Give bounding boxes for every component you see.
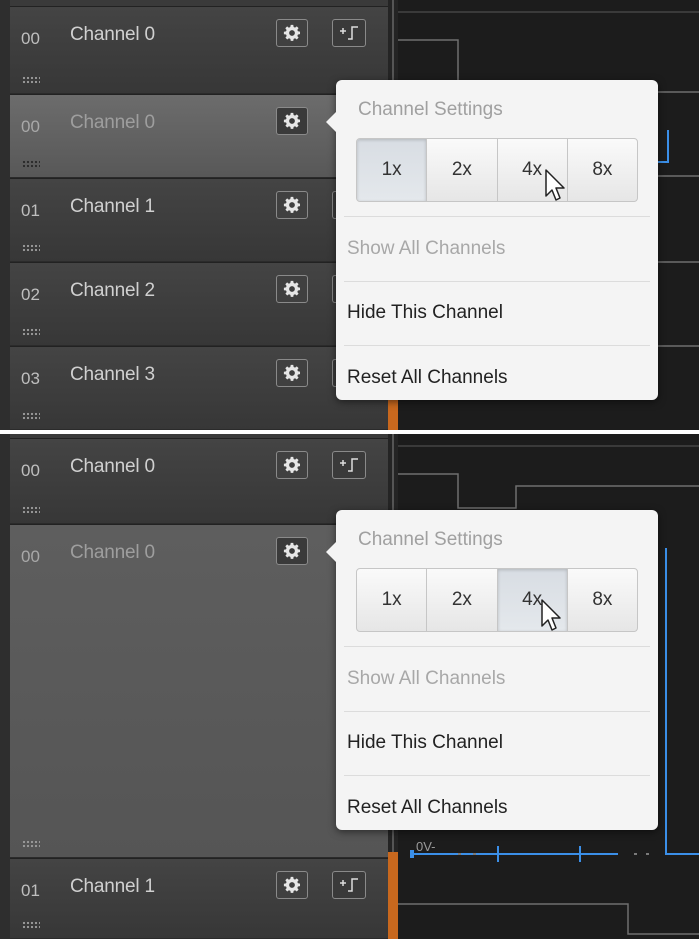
channel-row[interactable]: 02 Channel 2 xyxy=(10,262,388,346)
drag-handle-icon[interactable] xyxy=(22,160,40,168)
drag-handle-icon[interactable] xyxy=(22,76,40,84)
scale-option-2x[interactable]: 2x xyxy=(427,569,498,631)
scale-option-8x[interactable]: 8x xyxy=(568,139,637,201)
gear-icon[interactable] xyxy=(276,191,308,219)
channel-row-active-expanded[interactable]: 00 Channel 0 xyxy=(10,524,388,858)
channel-name[interactable]: Channel 1 xyxy=(70,876,155,898)
popup-title: Channel Settings xyxy=(358,529,503,550)
menu-item-reset-all-channels[interactable]: Reset All Channels xyxy=(347,797,508,819)
channel-row[interactable]: 01 Channel 1 xyxy=(10,178,388,262)
menu-divider xyxy=(344,216,650,217)
menu-item-reset-all-channels[interactable]: Reset All Channels xyxy=(347,367,508,389)
menu-item-hide-this-channel[interactable]: Hide This Channel xyxy=(347,302,503,324)
channel-row-active[interactable]: 00 Channel 0 xyxy=(10,94,388,178)
drag-handle-icon[interactable] xyxy=(22,921,40,929)
channel-name[interactable]: Channel 0 xyxy=(70,542,155,564)
gear-icon[interactable] xyxy=(276,537,308,565)
scale-option-1x[interactable]: 1x xyxy=(357,569,428,631)
channel-name[interactable]: Channel 0 xyxy=(70,456,155,478)
popup-title: Channel Settings xyxy=(358,99,503,120)
menu-divider xyxy=(344,345,650,346)
gear-icon[interactable] xyxy=(276,871,308,899)
gear-icon[interactable] xyxy=(276,451,308,479)
menu-divider xyxy=(344,281,650,282)
drag-handle-icon[interactable] xyxy=(22,506,40,514)
channel-settings-popup: Channel Settings 1x 2x 4x 8x Show All Ch… xyxy=(326,510,658,830)
menu-divider xyxy=(344,646,650,647)
channel-settings-popup: Channel Settings 1x 2x 4x 8x Show All Ch… xyxy=(326,80,658,400)
drag-handle-icon[interactable] xyxy=(22,244,40,252)
channel-name[interactable]: Channel 1 xyxy=(70,196,155,218)
gear-icon[interactable] xyxy=(276,107,308,135)
channel-row[interactable]: 01 Channel 1 xyxy=(10,858,388,939)
channel-list-edge xyxy=(0,0,10,430)
popup-caret xyxy=(326,542,336,562)
analog-level-label: 0V- xyxy=(416,839,436,854)
channel-number: 00 xyxy=(21,29,40,48)
height-scale-selector: 1x 2x 4x 8x xyxy=(356,568,638,632)
menu-item-show-all-channels: Show All Channels xyxy=(347,238,506,259)
channel-row[interactable]: 03 Channel 3 xyxy=(10,346,388,430)
gear-icon[interactable] xyxy=(276,275,308,303)
splitter-accent xyxy=(388,400,398,430)
splitter-accent xyxy=(388,852,398,939)
mouse-pointer-icon xyxy=(541,599,561,631)
gear-icon[interactable] xyxy=(276,19,308,47)
drag-handle-icon[interactable] xyxy=(22,328,40,336)
trigger-edge-icon[interactable] xyxy=(332,19,366,47)
menu-divider xyxy=(344,775,650,776)
channel-row[interactable]: 00 Channel 0 xyxy=(10,6,388,94)
screenshot-panel-bottom: 0V- 00 Channel 0 00 Channel 0 01 Channel… xyxy=(0,434,699,939)
channel-number: 02 xyxy=(21,285,40,304)
scale-option-1x[interactable]: 1x xyxy=(357,139,428,201)
channel-name[interactable]: Channel 0 xyxy=(70,24,155,46)
menu-item-show-all-channels: Show All Channels xyxy=(347,668,506,689)
channel-number: 01 xyxy=(21,201,40,220)
scale-option-2x[interactable]: 2x xyxy=(427,139,498,201)
gear-icon[interactable] xyxy=(276,359,308,387)
channel-list-edge xyxy=(0,434,10,939)
trigger-edge-icon[interactable] xyxy=(332,871,366,899)
channel-number: 00 xyxy=(21,117,40,136)
menu-item-hide-this-channel[interactable]: Hide This Channel xyxy=(347,732,503,754)
channel-name[interactable]: Channel 3 xyxy=(70,364,155,386)
drag-handle-icon[interactable] xyxy=(22,412,40,420)
channel-number: 00 xyxy=(21,461,40,480)
mouse-pointer-icon xyxy=(545,169,565,201)
popup-caret xyxy=(326,112,336,132)
channel-name[interactable]: Channel 2 xyxy=(70,280,155,302)
channel-number: 00 xyxy=(21,547,40,566)
trigger-edge-icon[interactable] xyxy=(332,451,366,479)
channel-number: 01 xyxy=(21,881,40,900)
channel-number: 03 xyxy=(21,369,40,388)
height-scale-selector: 1x 2x 4x 8x xyxy=(356,138,638,202)
channel-name[interactable]: Channel 0 xyxy=(70,112,155,134)
screenshot-panel-top: 00 Channel 0 00 Channel 0 01 Channel 1 0… xyxy=(0,0,699,430)
menu-divider xyxy=(344,711,650,712)
channel-row[interactable]: 00 Channel 0 xyxy=(10,438,388,524)
scale-option-8x[interactable]: 8x xyxy=(568,569,637,631)
drag-handle-icon[interactable] xyxy=(22,840,40,848)
